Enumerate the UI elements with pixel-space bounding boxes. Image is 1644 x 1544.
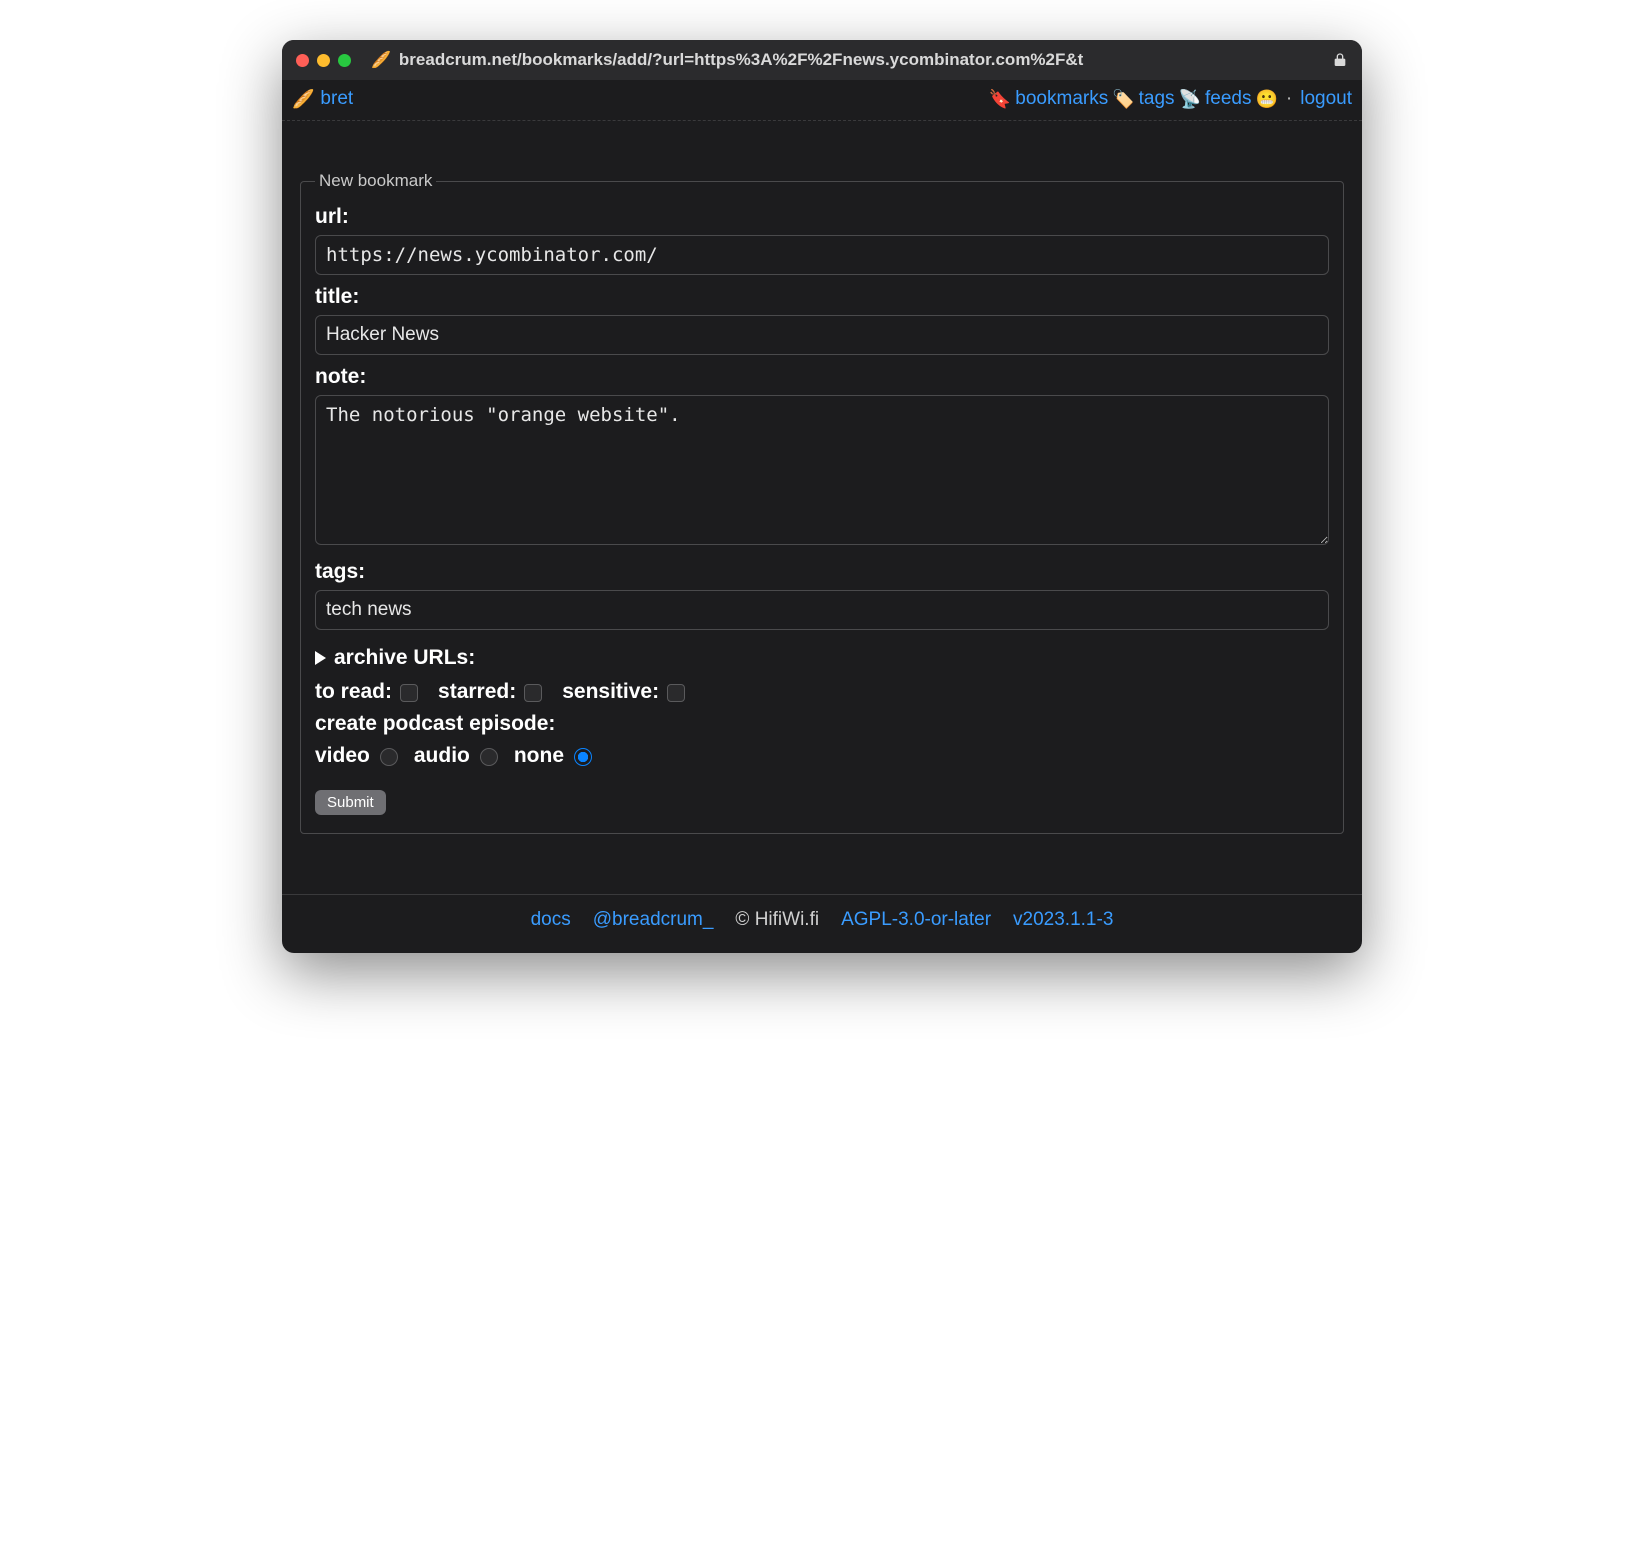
- starred-checkbox[interactable]: [524, 684, 542, 702]
- feeds-icon: 📡: [1179, 89, 1201, 110]
- url-input[interactable]: [315, 235, 1329, 275]
- submit-button[interactable]: Submit: [315, 790, 386, 815]
- bookmarks-icon: 🔖: [989, 89, 1011, 110]
- flags-row: to read: starred: sensitive:: [315, 680, 1329, 704]
- footer-copyright: © HifiWi.fi: [735, 909, 819, 931]
- titlebar-favicon-icon: 🥖: [371, 50, 391, 70]
- app-window: 🥖 breadcrum.net/bookmarks/add/?url=https…: [282, 40, 1362, 953]
- nav-bookmarks[interactable]: bookmarks: [1015, 88, 1108, 110]
- sensitive-label: sensitive:: [562, 680, 659, 704]
- podcast-none-radio[interactable]: [574, 748, 592, 766]
- podcast-options-row: video audio none: [315, 744, 1329, 768]
- username-link[interactable]: bret: [320, 88, 353, 110]
- podcast-label: create podcast episode:: [315, 712, 555, 736]
- admin-face-icon[interactable]: 😬: [1255, 89, 1277, 110]
- footer-handle-link[interactable]: @breadcrum_: [593, 909, 714, 931]
- tags-icon: 🏷️: [1112, 89, 1134, 110]
- podcast-heading-row: create podcast episode:: [315, 712, 1329, 736]
- podcast-video-label: video: [315, 744, 370, 768]
- footer-docs-link[interactable]: docs: [531, 909, 571, 931]
- new-bookmark-fieldset: New bookmark url: title: note: tags: arc…: [300, 171, 1344, 834]
- tags-input[interactable]: [315, 590, 1329, 630]
- window-controls: [296, 54, 351, 67]
- nav-separator: ·: [1286, 88, 1292, 110]
- titlebar-url: breadcrum.net/bookmarks/add/?url=https%3…: [399, 50, 1324, 70]
- note-label: note:: [315, 365, 1329, 389]
- starred-label: starred:: [438, 680, 516, 704]
- toread-checkbox[interactable]: [400, 684, 418, 702]
- minimize-window-button[interactable]: [317, 54, 330, 67]
- tags-label: tags:: [315, 560, 1329, 584]
- archive-urls-label: archive URLs:: [334, 646, 475, 670]
- main-content: New bookmark url: title: note: tags: arc…: [282, 121, 1362, 894]
- close-window-button[interactable]: [296, 54, 309, 67]
- lock-icon: [1332, 52, 1348, 68]
- titlebar: 🥖 breadcrum.net/bookmarks/add/?url=https…: [282, 40, 1362, 80]
- sensitive-checkbox[interactable]: [667, 684, 685, 702]
- nav-logout[interactable]: logout: [1300, 88, 1352, 110]
- fieldset-legend: New bookmark: [315, 171, 436, 191]
- nav-tags[interactable]: tags: [1139, 88, 1175, 110]
- footer-version-link[interactable]: v2023.1.1-3: [1013, 909, 1113, 931]
- app-header: 🥖 bret 🔖 bookmarks 🏷️ tags 📡 feeds 😬 · l…: [282, 80, 1362, 121]
- title-label: title:: [315, 285, 1329, 309]
- disclosure-triangle-icon: [315, 651, 326, 665]
- logo-bread-icon: 🥖: [292, 89, 314, 110]
- podcast-audio-label: audio: [414, 744, 470, 768]
- title-input[interactable]: [315, 315, 1329, 355]
- footer: docs @breadcrum_ © HifiWi.fi AGPL-3.0-or…: [282, 894, 1362, 953]
- podcast-audio-radio[interactable]: [480, 748, 498, 766]
- note-textarea[interactable]: [315, 395, 1329, 545]
- nav-feeds[interactable]: feeds: [1205, 88, 1251, 110]
- zoom-window-button[interactable]: [338, 54, 351, 67]
- archive-urls-disclosure[interactable]: archive URLs:: [315, 646, 1329, 670]
- podcast-video-radio[interactable]: [380, 748, 398, 766]
- url-label: url:: [315, 205, 1329, 229]
- toread-label: to read:: [315, 680, 392, 704]
- footer-license-link[interactable]: AGPL-3.0-or-later: [841, 909, 991, 931]
- podcast-none-label: none: [514, 744, 564, 768]
